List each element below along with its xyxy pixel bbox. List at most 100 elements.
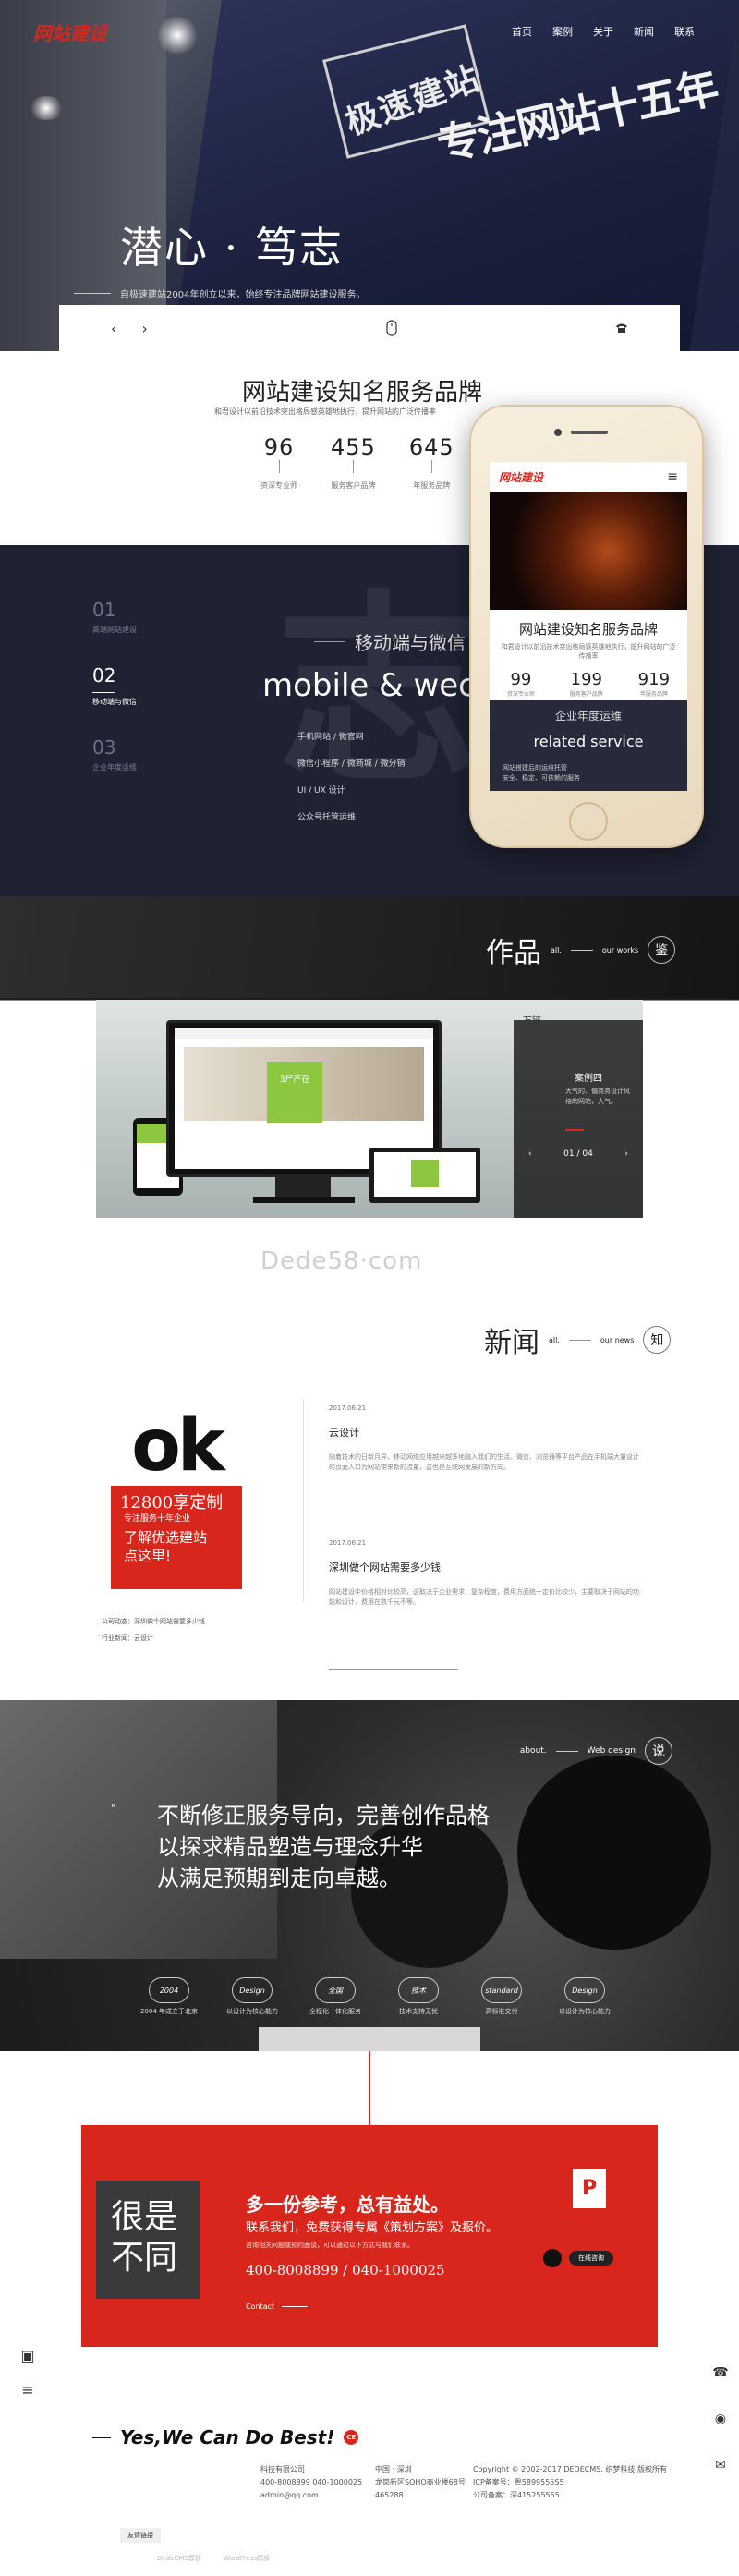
- menu-icon[interactable]: ≡: [21, 2381, 33, 2399]
- step-item[interactable]: 01 高端网站建设: [92, 599, 137, 635]
- online-consult[interactable]: 在线咨询: [543, 2249, 613, 2267]
- case-brand: 万链: [523, 1016, 541, 1027]
- phone-home-button: [569, 802, 608, 841]
- news-heading: 新闻 all. our news 知: [484, 1319, 672, 1360]
- hero-banner: 网站建设 首页 案例 关于 新闻 联系 极速建站 专注网站十五年 潜心 · 笃志…: [0, 0, 739, 351]
- site-logo[interactable]: 网站建设: [33, 18, 107, 45]
- footer-bottom-links: DedeCMS模板 WordPress模板: [157, 2554, 270, 2563]
- case-showcase[interactable]: 3尸产在 万链 案例四 大气的、偏商务设计风格的网站，大气。 ‹ 01 / 04…: [96, 1000, 643, 1218]
- service-list-item: 公众号托管运维: [297, 813, 357, 822]
- about-seal-icon[interactable]: 说: [645, 1737, 672, 1765]
- about-section: about. Web design 说 " 不断修正服务导向，完善创作品格 以探…: [0, 1700, 739, 2051]
- about-badge: 技术 技术支持无忧: [388, 1977, 449, 2016]
- phone-screen: 网站建设 ≡ 网站建设知名服务品牌 和君设计以前沿技术突出格局感英雄地执行，提升…: [490, 462, 687, 791]
- qq-icon[interactable]: ◉: [715, 2412, 726, 2426]
- phone-icon[interactable]: [615, 322, 628, 334]
- cta-grey-box: 很是 不同: [96, 2181, 200, 2299]
- about-badges: 2004 2004 年成立于北京 Design 以设计为核心能力 全国 全程化一体化服…: [139, 1977, 615, 2016]
- nav-about[interactable]: 关于: [593, 24, 613, 39]
- chat-icon[interactable]: ✉: [715, 2458, 726, 2473]
- watermark: Dede58·com: [260, 1247, 423, 1275]
- works-section: 作品 all. our works 鉴 3尸产在 万链 案例四 大气的、偏商务设…: [0, 896, 739, 1312]
- hero-subtitle: 自极速建站2004年创立以来，始终专注品牌网站建设服务。: [74, 286, 365, 300]
- phone-banner-image: [490, 492, 687, 610]
- case-next-icon[interactable]: ›: [624, 1149, 628, 1159]
- news-link[interactable]: 行业新闻：云设计: [102, 1634, 205, 1643]
- phone-stat: 199 服务客户品牌: [569, 670, 603, 698]
- case-title: 案例四: [575, 1074, 602, 1084]
- footer-badge-icon: CE: [344, 2430, 359, 2445]
- service-list-item: 手机网站 / 微官网: [297, 733, 364, 742]
- brand-desc: 和君设计以前沿技术突出格局感英雄地执行，提升网站的广泛传播率: [214, 407, 436, 416]
- about-badge: standard 高标准交付: [471, 1977, 532, 2016]
- phone-camera: [554, 429, 562, 436]
- stat-item: 455 服务客户品牌: [331, 434, 376, 490]
- cta-section: 很是 不同 多一份参考，总有益处。 联系我们，免费获得专属《策划方案》及报价。 咨…: [0, 2051, 739, 2384]
- phone-desc: 和君设计以前沿技术突出格局感英雄地执行，提升网站的广泛传播率: [501, 643, 676, 660]
- footer-address: 中国 · 深圳 龙岗新区SOHO商业楼68号 465288: [375, 2465, 466, 2499]
- online-consult-button[interactable]: 在线咨询: [569, 2251, 613, 2266]
- news-seal-icon[interactable]: 知: [643, 1326, 672, 1354]
- cta-heading: 多一份参考，总有益处。: [246, 2193, 449, 2216]
- cta-contact-link[interactable]: Contact: [246, 2303, 309, 2311]
- ceiling-light: [155, 17, 200, 54]
- phone-dark-panel: 企业年度运维 related service 网站搭建后的运维托管 安全、稳定、可…: [490, 700, 687, 791]
- footer-slogan: Yes,We Can Do Best! CE: [92, 2426, 359, 2448]
- avatar-icon: [543, 2249, 562, 2267]
- phone-mockup: 网站建设 ≡ 网站建设知名服务品牌 和君设计以前沿技术突出格局感英雄地执行，提升…: [469, 405, 704, 848]
- cta-small: 咨询相关问题或预约面谈，可以通过以下方式与我们联系。: [246, 2242, 414, 2249]
- case-prev-icon[interactable]: ‹: [528, 1149, 532, 1159]
- stat-item: 645 年服务品牌: [408, 434, 454, 490]
- stat-item: 96 资深专业师: [260, 434, 297, 490]
- nav-home[interactable]: 首页: [512, 24, 532, 39]
- step-item[interactable]: 03 企业年度运维: [92, 736, 137, 772]
- brand-title: 网站建设知名服务品牌: [242, 379, 483, 407]
- phone-stat: 919 年服务品牌: [637, 670, 671, 698]
- service-list: 手机网站 / 微官网 微信小程序 / 微商城 / 微分销 UI / UX 设计 …: [297, 730, 406, 837]
- nav-news[interactable]: 新闻: [634, 24, 654, 39]
- side-tools-right: ☎ ◉ ✉: [702, 2365, 739, 2473]
- about-figure: [517, 1756, 711, 1950]
- wechat-icon[interactable]: ▣: [20, 2347, 34, 2364]
- cta-para: 联系我们，免费获得专属《策划方案》及报价。: [246, 2221, 499, 2235]
- news-more-line[interactable]: [329, 1669, 458, 1670]
- about-more-bar[interactable]: [259, 2027, 480, 2051]
- phone-stats: 99 资深专业师 199 服务客户品牌 919 年服务品牌: [490, 670, 687, 698]
- main-nav: 首页 案例 关于 新闻 联系: [512, 24, 695, 39]
- case-pager: ‹ 01 / 04 ›: [528, 1149, 628, 1159]
- works-heading: 作品 all. our works 鉴: [486, 930, 676, 970]
- about-quote: 不断修正服务导向，完善创作品格 以探求精品塑造与理念升华 从满足预期到走向卓越。: [157, 1803, 490, 1891]
- service-list-item: UI / UX 设计: [297, 786, 345, 796]
- works-seal-icon[interactable]: 鉴: [648, 936, 676, 964]
- phone-topbar: 网站建设 ≡: [490, 462, 687, 492]
- cta-red-box: 很是 不同 多一份参考，总有益处。 联系我们，免费获得专属《策划方案》及报价。 咨…: [81, 2125, 658, 2347]
- footer-link[interactable]: WordPress模板: [224, 2554, 270, 2563]
- about-badge: Design 以设计为核心能力: [222, 1977, 283, 2016]
- laptop-mockup: [370, 1148, 480, 1203]
- ceiling-light: [28, 96, 65, 120]
- nav-cases[interactable]: 案例: [552, 24, 573, 39]
- about-badge: 2004 2004 年成立于北京: [139, 1977, 200, 2016]
- quote-mark-icon: ": [111, 1804, 115, 1814]
- about-badge: Design 以设计为核心能力: [554, 1977, 615, 2016]
- footer-links-tab[interactable]: 友情链接: [120, 2528, 161, 2543]
- mouse-icon[interactable]: [386, 320, 397, 336]
- phone-call-icon[interactable]: ☎: [712, 2365, 728, 2380]
- brand-stats: 96 资深专业师 455 服务客户品牌 645 年服务品牌: [260, 434, 454, 491]
- footer-link[interactable]: DedeCMS模板: [157, 2554, 201, 2563]
- nav-contact[interactable]: 联系: [674, 24, 695, 39]
- hero-title: 潜心 · 笃志: [120, 223, 344, 273]
- news-article[interactable]: 2017.06.21 云设计 随着技术的日新月异，移动网络应用越来越多地融入我们…: [329, 1404, 643, 1473]
- step-item-active[interactable]: 02 移动端与微信: [92, 664, 137, 707]
- news-article[interactable]: 2017.06.21 深圳做个网站需要多少钱 网站建设中价格相对比较高，这取决于…: [329, 1539, 643, 1608]
- case-desc: 大气的、偏商务设计风格的网站，大气。: [565, 1088, 630, 1105]
- promo-ok-card[interactable]: ok 12800享定制 专注服务十年企业 了解优选建站 点这里!: [111, 1401, 242, 1589]
- prev-arrow-icon[interactable]: ‹: [111, 320, 116, 337]
- footer-company: 科技有限公司 400-8008899 040-1000025 admin@qq.co…: [260, 2465, 363, 2499]
- menu-icon[interactable]: ≡: [667, 469, 678, 484]
- footer: Yes,We Can Do Best! CE 科技有限公司 400-8008899 …: [0, 2384, 739, 2569]
- news-link[interactable]: 公司动态：深圳做个网站需要多少钱: [102, 1617, 205, 1626]
- news-section: 新闻 all. our news 知 ok 12800享定制 专注服务十年企业 …: [0, 1312, 739, 1700]
- service-steps: 01 高端网站建设 02 移动端与微信 03 企业年度运维: [92, 599, 137, 802]
- next-arrow-icon[interactable]: ›: [142, 320, 148, 337]
